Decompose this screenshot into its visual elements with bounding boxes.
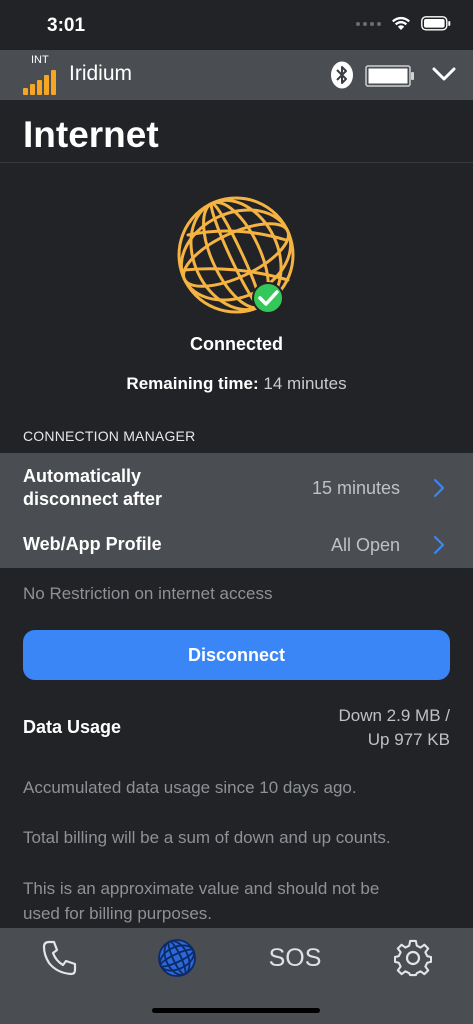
chevron-right-icon [433, 478, 445, 498]
tab-settings[interactable] [373, 928, 453, 988]
data-usage-note: This is an approximate value and should … [23, 879, 380, 898]
web-app-profile-label: Web/App Profile [23, 534, 162, 554]
web-app-profile-value: All Open [330, 535, 400, 555]
tab-phone[interactable] [20, 928, 100, 988]
profile-note: No Restriction on internet access [23, 584, 273, 603]
status-bar: 3:01 [0, 0, 473, 50]
chevron-right-icon [433, 535, 445, 555]
signal-bars-icon [23, 70, 56, 95]
tab-internet[interactable] [137, 928, 217, 988]
connection-status: Connected [189, 334, 283, 354]
globe-icon [158, 939, 196, 977]
status-icons [356, 16, 451, 31]
battery-icon [421, 16, 451, 31]
device-bar[interactable]: INT Iridium [0, 50, 473, 100]
connection-manager-group: Automatically disconnect after 15 minute… [0, 453, 473, 568]
remaining-time-label: Remaining time: [126, 374, 259, 393]
auto-disconnect-label: Automatically disconnect after [23, 466, 163, 509]
data-usage-note: used for billing purposes. [23, 904, 213, 923]
sos-label: SOS [268, 943, 322, 972]
chevron-down-icon[interactable] [431, 65, 457, 83]
bluetooth-icon [331, 61, 353, 89]
section-header: CONNECTION MANAGER [23, 428, 196, 444]
signal-indicator: INT [22, 54, 62, 96]
data-usage-up: Up 977 KB [367, 730, 450, 749]
web-app-profile-row[interactable]: Web/App Profile All Open [0, 523, 473, 568]
auto-disconnect-value: 15 minutes [311, 478, 400, 498]
status-time: 3:01 [47, 15, 86, 36]
divider [0, 162, 473, 163]
network-type-label: INT [31, 54, 49, 66]
disconnect-button[interactable]: Disconnect [23, 630, 450, 680]
gear-icon [394, 939, 432, 977]
data-usage-note: Total billing will be a sum of down and … [23, 828, 391, 847]
data-usage-label: Data Usage [23, 717, 122, 737]
tab-sos[interactable]: SOS [255, 928, 335, 988]
phone-icon [42, 940, 77, 976]
remaining-time-value: 14 minutes [263, 374, 347, 393]
globe-connected-icon [177, 196, 295, 314]
device-battery-icon [365, 65, 414, 87]
home-indicator [152, 1008, 320, 1013]
auto-disconnect-row[interactable]: Automatically disconnect after 15 minute… [0, 453, 473, 523]
page-title: Internet [23, 114, 159, 155]
device-name: Iridium [69, 62, 133, 85]
wifi-icon [392, 16, 410, 30]
cellular-dots-icon [356, 21, 381, 26]
data-usage-values: Down 2.9 MB / Up 977 KB [339, 704, 451, 752]
data-usage-note: Accumulated data usage since 10 days ago… [23, 778, 357, 797]
remaining-time: Remaining time: 14 minutes [0, 374, 473, 394]
data-usage-down: Down 2.9 MB / [338, 706, 451, 725]
